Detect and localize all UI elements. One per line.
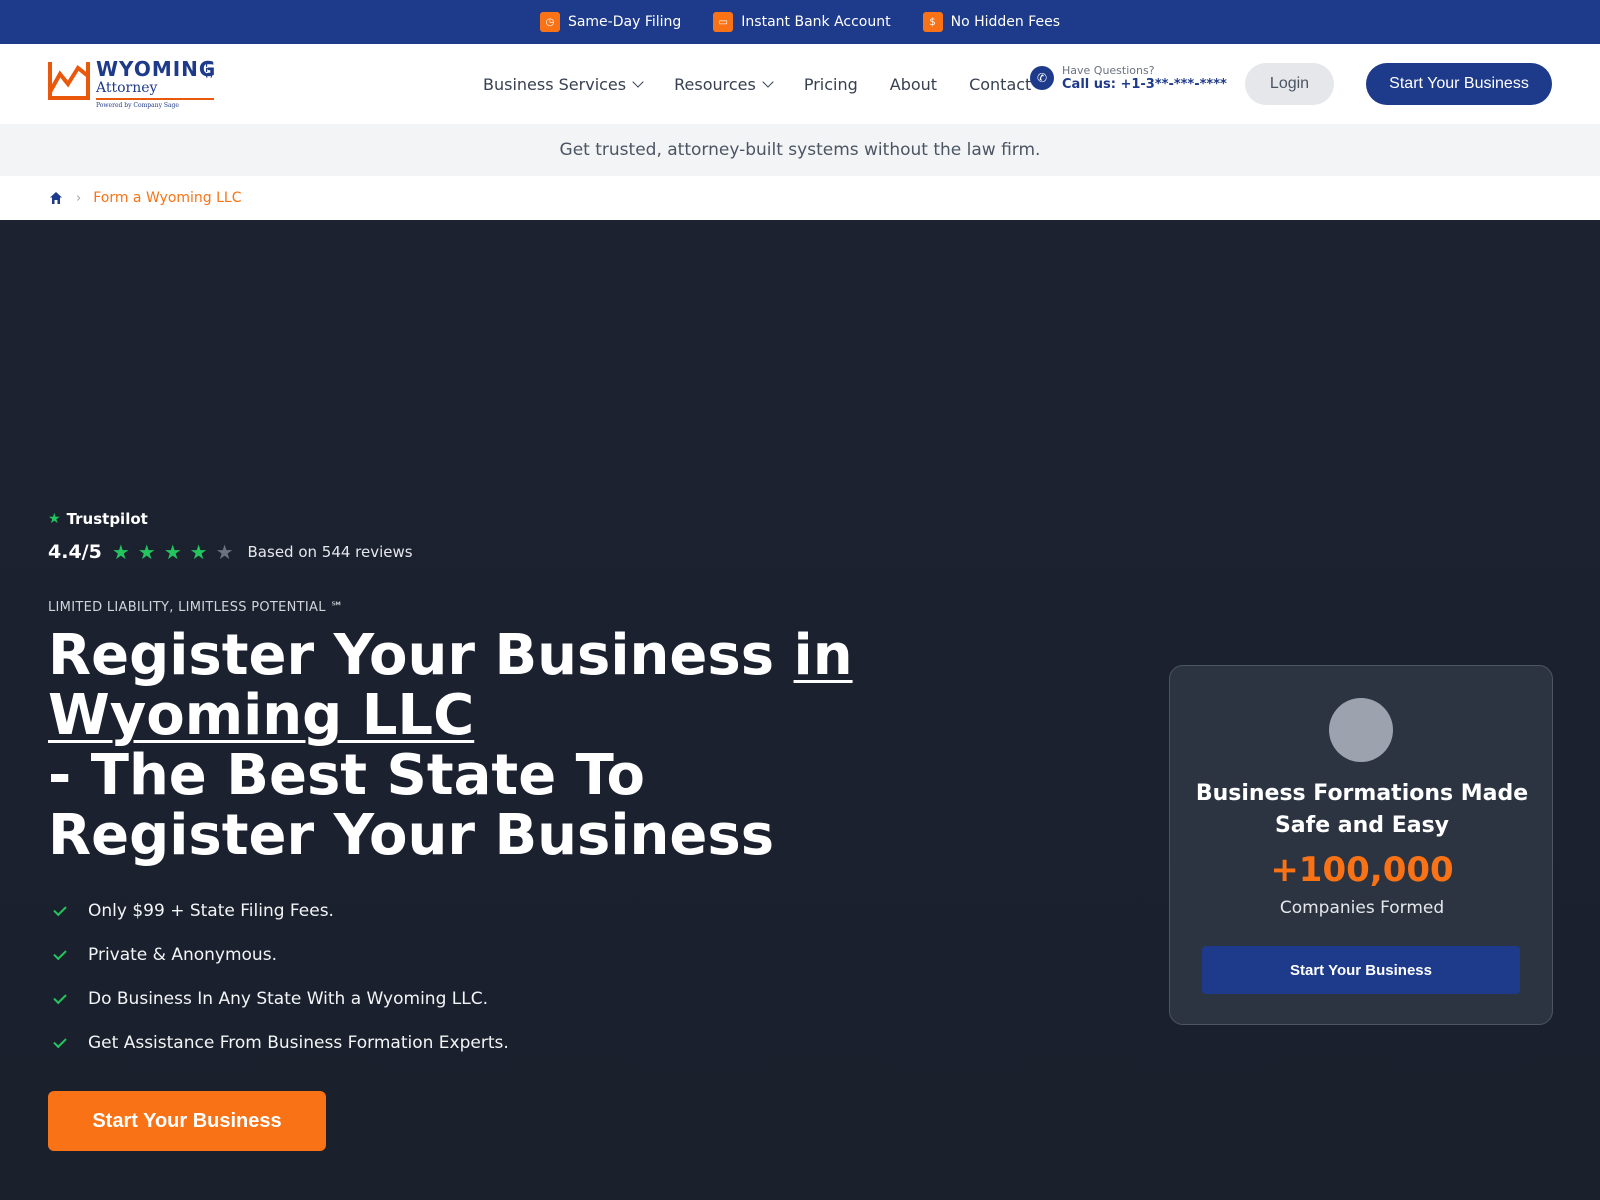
announcement-bar: ◷ Same-Day Filing ▭ Instant Bank Account… xyxy=(0,0,1600,44)
star-filled-icon: ★ xyxy=(111,540,130,564)
logo-text: WYOMING Attorney Powered by Company Sage xyxy=(96,58,216,109)
topbar-label: No Hidden Fees xyxy=(950,14,1061,30)
logo-llc: LLC xyxy=(204,62,213,79)
trustpilot-star-icon: ★ xyxy=(48,511,61,527)
topbar-label: Same-Day Filing xyxy=(567,14,682,30)
star-filled-icon: ★ xyxy=(189,540,208,564)
trustpilot-brand[interactable]: ★ Trustpilot xyxy=(48,510,148,528)
logo-word: WYOMING xyxy=(96,57,217,81)
nav-label: Resources xyxy=(674,74,756,94)
benefit-item: Get Assistance From Business Formation E… xyxy=(48,1032,509,1054)
check-icon xyxy=(53,902,67,916)
review-count: Based on 544 reviews xyxy=(247,543,413,561)
phone-text: Have Questions? Call us: +1-3**-***-**** xyxy=(1062,64,1227,92)
logo-mark-icon xyxy=(48,62,90,100)
card-stat-label: Companies Formed xyxy=(1279,898,1445,918)
benefit-item: Only $99 + State Filing Fees. xyxy=(48,900,509,922)
breadcrumb: › Form a Wyoming LLC xyxy=(0,176,1600,220)
chevron-down-icon xyxy=(632,76,644,88)
benefit-item: Private & Anonymous. xyxy=(48,944,509,966)
phone-question: Have Questions? xyxy=(1062,64,1155,77)
avatar xyxy=(1329,698,1393,762)
check-icon xyxy=(53,946,67,960)
phone-number: Call us: +1-3**-***-**** xyxy=(1062,77,1227,92)
card-title: Business Formations Made Safe and Easy xyxy=(1195,781,1529,838)
check-icon xyxy=(53,990,67,1004)
chevron-down-icon xyxy=(762,76,774,88)
hero-headline: Register Your Business in Wyoming LLC - T… xyxy=(48,626,868,866)
bank-card-icon: ▭ xyxy=(713,12,734,32)
phone-icon: ✆ xyxy=(1030,66,1054,90)
nav-label: About xyxy=(889,74,938,94)
star-filled-icon: ★ xyxy=(163,540,182,564)
check-icon xyxy=(53,1034,67,1048)
star-empty-icon: ★ xyxy=(215,540,234,564)
logo-sub: Attorney xyxy=(96,80,214,100)
tagline-bar: Get trusted, attorney-built systems with… xyxy=(0,124,1600,176)
trustpilot-label: Trustpilot xyxy=(66,510,148,528)
benefit-text: Only $99 + State Filing Fees. xyxy=(88,901,334,921)
topbar-item-same-day: ◷ Same-Day Filing xyxy=(539,12,682,32)
card-stat-value: +100,000 xyxy=(1270,850,1454,890)
rating-value: 4.4/5 xyxy=(48,541,102,563)
home-icon[interactable] xyxy=(48,190,64,206)
nav-label: Contact xyxy=(969,74,1032,94)
breadcrumb-current[interactable]: Form a Wyoming LLC xyxy=(93,190,241,206)
nav-label: Business Services xyxy=(483,74,627,94)
topbar-item-bank: ▭ Instant Bank Account xyxy=(713,12,891,32)
formation-stat-card: Business Formations Made Safe and Easy +… xyxy=(1169,665,1553,1025)
nav-about[interactable]: About xyxy=(890,75,937,94)
site-logo[interactable]: WYOMING Attorney Powered by Company Sage… xyxy=(48,58,218,114)
nav-contact[interactable]: Contact xyxy=(969,75,1031,94)
rating-row: 4.4/5 ★ ★ ★ ★ ★ Based on 544 reviews xyxy=(48,540,413,564)
benefit-text: Private & Anonymous. xyxy=(88,945,277,965)
topbar-item-fees: $ No Hidden Fees xyxy=(922,12,1061,32)
dollar-icon: $ xyxy=(922,12,943,32)
topbar-label: Instant Bank Account xyxy=(741,14,891,30)
benefit-text: Do Business In Any State With a Wyoming … xyxy=(88,989,488,1009)
hero-start-business-button[interactable]: Start Your Business xyxy=(48,1091,326,1151)
benefit-item: Do Business In Any State With a Wyoming … xyxy=(48,988,509,1010)
headline-part1: Register Your Business xyxy=(48,623,794,688)
phone-contact[interactable]: ✆ Have Questions? Call us: +1-3**-***-**… xyxy=(1030,64,1227,92)
headline-part2: - The Best State To Register Your Busine… xyxy=(48,743,775,868)
hero-eyebrow: LIMITED LIABILITY, LIMITLESS POTENTIAL ℠ xyxy=(48,600,344,615)
header-start-business-button[interactable]: Start Your Business xyxy=(1366,63,1552,105)
logo-powered: Powered by Company Sage xyxy=(96,102,179,109)
nav-business-services[interactable]: Business Services xyxy=(483,74,644,94)
nav-label: Pricing xyxy=(803,74,858,94)
nav-pricing[interactable]: Pricing xyxy=(804,75,858,94)
rating-stars: ★ ★ ★ ★ ★ xyxy=(112,540,234,564)
benefit-text: Get Assistance From Business Formation E… xyxy=(88,1033,509,1053)
benefit-list: Only $99 + State Filing Fees. Private & … xyxy=(48,900,509,1054)
card-start-business-button[interactable]: Start Your Business xyxy=(1202,946,1520,994)
chevron-right-icon: › xyxy=(76,190,82,206)
login-button[interactable]: Login xyxy=(1245,63,1334,105)
star-filled-icon: ★ xyxy=(137,540,156,564)
main-nav: Business Services Resources Pricing Abou… xyxy=(483,44,1031,124)
nav-resources[interactable]: Resources xyxy=(674,74,774,94)
site-header: WYOMING Attorney Powered by Company Sage… xyxy=(0,44,1600,124)
clock-icon: ◷ xyxy=(539,12,560,32)
